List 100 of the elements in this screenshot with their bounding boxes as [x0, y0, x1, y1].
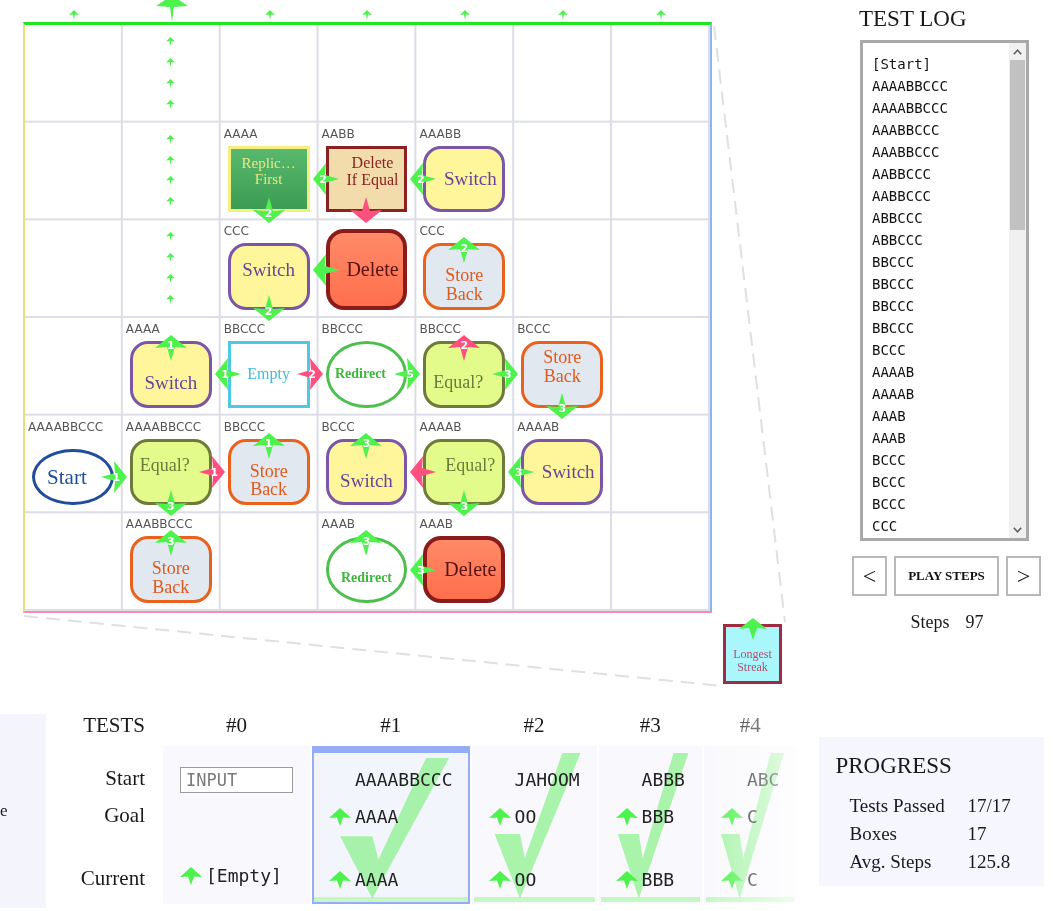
delete-node[interactable]: Delete [423, 536, 506, 603]
log-entry: AAAABBCCC [872, 99, 948, 118]
log-entry: AAABBCCC [872, 121, 940, 140]
stat-value: 125.8 [967, 851, 1012, 873]
stat-label: Avg. Steps [849, 851, 933, 873]
tape-label: CCC [223, 223, 249, 240]
log-entry: AAAAB [872, 385, 915, 404]
tape-label: AAAAB [517, 418, 560, 435]
goal-value: BBB [641, 805, 675, 829]
stat-label: Tests Passed [849, 795, 946, 817]
arrow-icon [180, 867, 202, 885]
arrow-number: 3 [362, 437, 371, 449]
log-entry: BBCCC [872, 297, 915, 316]
row-label: Current [80, 865, 145, 891]
scroll-down-icon[interactable] [1013, 526, 1022, 533]
tape-label: AAAB [419, 516, 453, 533]
steps-value: 97 [965, 612, 984, 633]
current-value: C [746, 868, 758, 892]
row-label: Start [105, 765, 145, 791]
log-entry: AABBCCC [872, 165, 931, 184]
switch-node[interactable]: Switch [423, 145, 506, 213]
arrow-number: 1 [264, 437, 273, 449]
log-entry: BCCC [872, 451, 906, 470]
arrow-number: 3 [362, 535, 371, 547]
test-column[interactable]: INPUT [Empty] [163, 746, 310, 904]
arrow-number: 3 [166, 535, 175, 547]
stat-value: 17/17 [967, 795, 1012, 817]
arrow-number: 3 [417, 564, 425, 576]
tape-label: CCC [419, 223, 445, 240]
current-value: OO [514, 868, 537, 892]
arrow-number: 3 [514, 466, 523, 478]
test-number: #4 [739, 712, 761, 738]
tape-label: AAAA [223, 125, 258, 142]
test-column[interactable]: ABBB BBB BBB [598, 746, 702, 904]
next-button[interactable]: > [1006, 556, 1041, 596]
arrow-number: 3 [504, 368, 512, 380]
tape-label: AAAABBCCC [125, 418, 202, 435]
stat-label: Boxes [849, 823, 898, 845]
stat-value: 17 [967, 823, 988, 845]
arrow-number: 5 [406, 368, 414, 380]
log-entry: AAABBCCC [872, 143, 940, 162]
scroll-up-icon[interactable] [1013, 48, 1022, 55]
play-steps-button[interactable]: PLAY STEPS [894, 556, 999, 596]
arrow-icon [720, 871, 743, 889]
arrow-number: 1 [112, 471, 121, 483]
progress-title: PROGRESS [835, 753, 953, 779]
test-column[interactable]: JAHOOM OO OO [471, 746, 597, 904]
log-entry: AAAB [872, 429, 906, 448]
tape-label: AAABBCCC [125, 516, 193, 533]
arrow-number: 2 [319, 173, 327, 185]
log-entry: ABBCCC [872, 231, 923, 250]
longest-streak-node[interactable]: Longest Streak [723, 624, 782, 684]
tape-label: BCCC [321, 418, 355, 435]
log-entry: ABBCCC [872, 209, 923, 228]
tape-label: BBCCC [419, 321, 461, 337]
test-number: #2 [523, 712, 545, 738]
arrow-number: 2 [308, 368, 316, 380]
log-entry: BCCC [872, 473, 906, 492]
arrow-number: 1 [210, 466, 219, 478]
log-entry: AAAB [872, 407, 906, 426]
panel-text: e [0, 801, 8, 821]
log-entry: AAAAB [872, 363, 915, 382]
current-value: BBB [641, 868, 675, 892]
test-number: #0 [226, 712, 247, 738]
goal-value: C [746, 805, 758, 829]
arrow-number: 2 [417, 173, 425, 185]
start-node[interactable]: Start [32, 448, 114, 506]
goal-value: AAAA [355, 805, 399, 829]
previous-button[interactable]: < [852, 556, 887, 596]
log-entry: BCCC [872, 495, 906, 514]
test-column[interactable]: ABC C C [703, 746, 797, 904]
arrow-icon [615, 871, 638, 889]
tape-label: BBCCC [321, 321, 363, 337]
log-entry: BBCCC [872, 253, 915, 272]
start-value: ABBB [641, 768, 685, 792]
goal-value: OO [514, 805, 537, 829]
tape-label: AAABB [419, 125, 462, 142]
start-value: ABC [746, 768, 780, 792]
test-number: #1 [380, 712, 402, 738]
arrow-icon [488, 871, 511, 889]
start-value: AAAABBCCC [355, 768, 453, 792]
arrow-number: 1 [166, 339, 175, 351]
arrow-number: 2 [460, 339, 469, 351]
arrow-icon [329, 808, 351, 826]
log-entry: AAAABBCCC [872, 77, 948, 96]
arrow-icon [720, 808, 743, 826]
tape-label: BBCCC [223, 418, 266, 435]
arrow-number: 1 [221, 368, 229, 380]
switch-node[interactable]: Switch [521, 438, 604, 506]
arrow-icon [615, 808, 638, 826]
log-entry: BBCCC [872, 319, 915, 338]
delete-node[interactable]: Delete [325, 229, 408, 310]
test-column[interactable]: AAAABBCCC AAAA AAAA [312, 746, 470, 904]
scrollbar[interactable] [1009, 43, 1026, 538]
tape-label: AAAA [125, 321, 160, 337]
arrow-icon [488, 808, 511, 826]
input-field[interactable]: INPUT [180, 767, 293, 793]
scroll-thumb[interactable] [1010, 60, 1025, 230]
arrow-icon [329, 871, 351, 889]
delete-if-equal-node[interactable]: Delete If Equal [325, 145, 408, 213]
